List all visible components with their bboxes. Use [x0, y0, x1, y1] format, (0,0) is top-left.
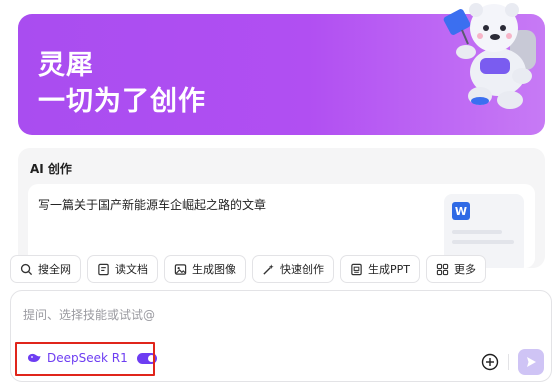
skills-toolbar: 搜全网 读文档 生成图像 快速创作 生成PPT 更多 — [10, 255, 486, 283]
astronaut-bear-mascot-icon — [443, 3, 536, 109]
deepseek-switch[interactable] — [136, 352, 157, 364]
add-circle-icon[interactable] — [481, 353, 499, 371]
skill-label: 读文档 — [115, 263, 148, 276]
ppt-icon — [351, 263, 362, 275]
magic-icon — [263, 263, 274, 275]
ai-section-title: AI 创作 — [30, 162, 72, 176]
prompt-suggestion-text: 写一篇关于国产新能源车企崛起之路的文章 — [38, 198, 267, 212]
ai-creation-section: AI 创作 写一篇关于国产新能源车企崛起之路的文章 W — [18, 148, 545, 268]
skill-more-button[interactable]: 更多 — [426, 255, 486, 283]
search-web-icon — [20, 263, 33, 275]
divider — [508, 354, 509, 370]
send-button[interactable] — [518, 349, 544, 375]
skill-label: 搜全网 — [38, 263, 71, 276]
send-icon — [527, 357, 536, 367]
chat-input[interactable] — [23, 305, 503, 325]
skill-generate-image-button[interactable]: 生成图像 — [164, 255, 246, 283]
grid-icon — [436, 263, 449, 275]
skill-quick-create-button[interactable]: 快速创作 — [252, 255, 334, 283]
deepseek-r1-toggle[interactable]: DeepSeek R1 — [27, 349, 157, 367]
deepseek-label: DeepSeek R1 — [47, 351, 128, 365]
doc-line — [452, 240, 514, 244]
skill-label: 生成图像 — [192, 263, 236, 276]
doc-line — [452, 230, 502, 234]
image-icon — [174, 263, 187, 275]
skill-generate-ppt-button[interactable]: 生成PPT — [340, 255, 420, 283]
read-doc-icon — [98, 263, 109, 275]
hero-title: 灵犀 一切为了创作 — [38, 48, 206, 120]
word-doc-icon: W — [452, 202, 470, 220]
skill-search-web-button[interactable]: 搜全网 — [10, 255, 81, 283]
skill-label: 生成PPT — [368, 263, 410, 276]
hero-title-line1: 灵犀 — [38, 50, 94, 81]
skill-label: 更多 — [454, 263, 476, 276]
deepseek-whale-icon — [28, 353, 41, 362]
hero-title-line2: 一切为了创作 — [38, 86, 206, 117]
skill-read-doc-button[interactable]: 读文档 — [87, 255, 158, 283]
skill-label: 快速创作 — [280, 263, 324, 276]
chat-input-box: DeepSeek R1 — [10, 290, 552, 382]
